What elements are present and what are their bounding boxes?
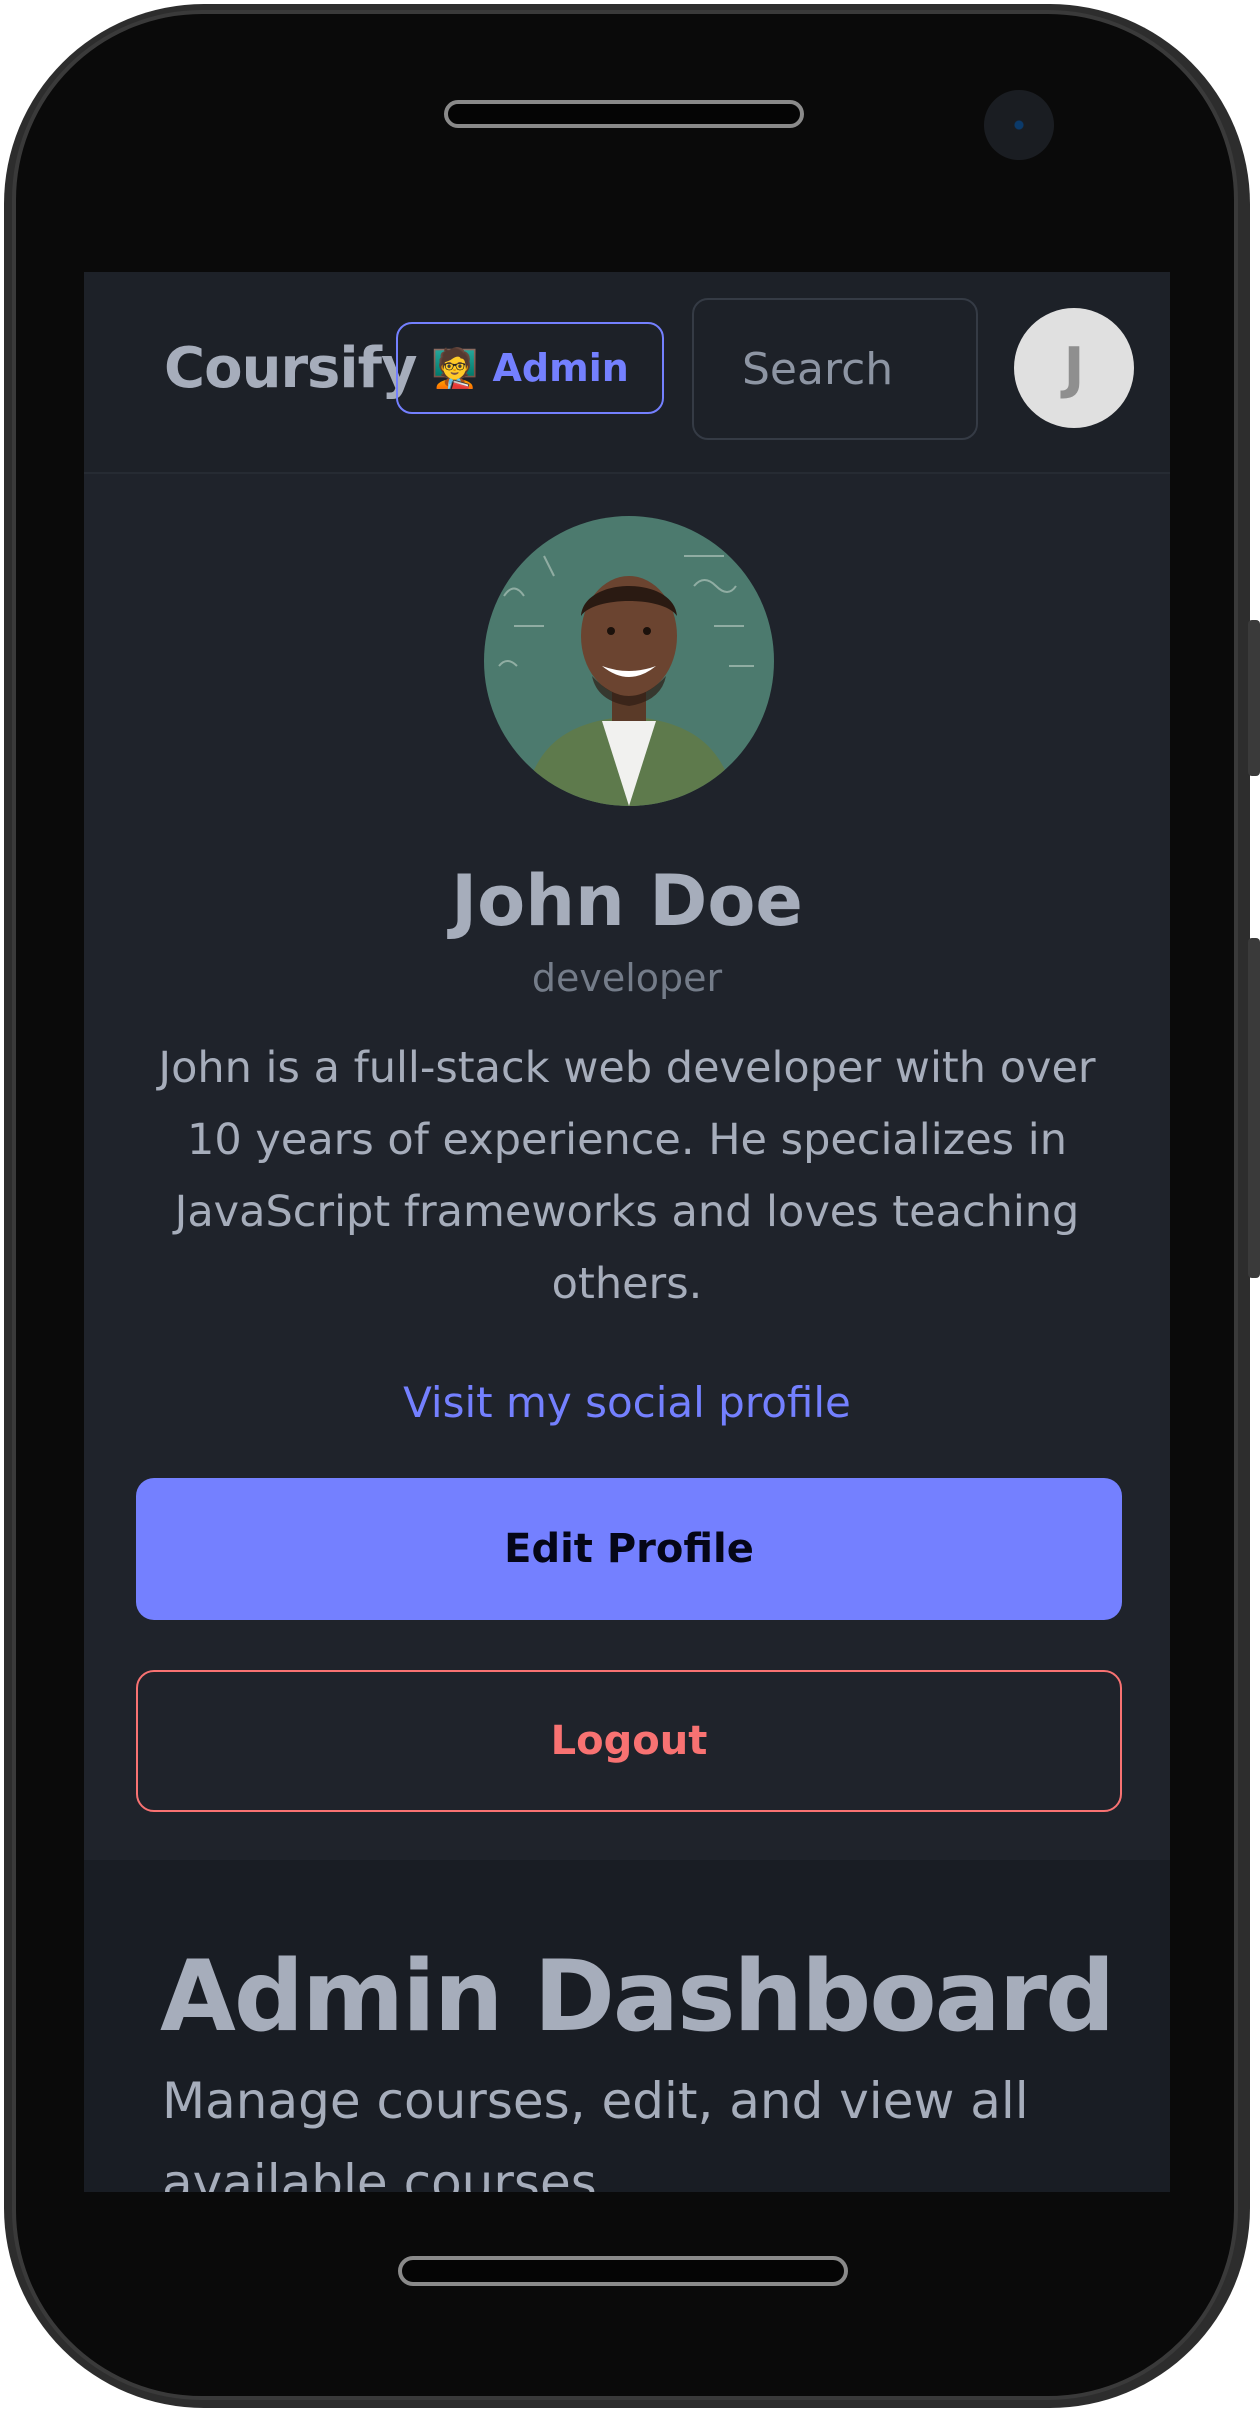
- dashboard-subtitle: Manage courses, edit, and view all avail…: [162, 2072, 1029, 2192]
- brand-logo[interactable]: Coursify: [164, 336, 417, 401]
- avatar[interactable]: J: [1014, 308, 1134, 428]
- edit-profile-button[interactable]: Edit Profile: [136, 1478, 1122, 1620]
- teacher-icon: 🧑‍🏫: [431, 345, 479, 390]
- profile-role: developer: [531, 956, 723, 1000]
- phone-side-button: [1248, 620, 1260, 776]
- phone-speaker: [444, 100, 804, 128]
- logout-button[interactable]: Logout: [136, 1670, 1122, 1812]
- profile-bio: John is a full-stack web developer with …: [158, 1043, 1096, 1309]
- phone-home-bar: [398, 2256, 848, 2286]
- profile-name: John Doe: [451, 860, 803, 942]
- social-profile-link[interactable]: Visit my social profile: [84, 1378, 1170, 1427]
- admin-dashboard-section: Admin Dashboard Manage courses, edit, an…: [84, 1860, 1170, 2192]
- phone-camera: [984, 90, 1054, 160]
- navbar: Coursify 🧑‍🏫 Admin J: [84, 272, 1170, 474]
- phone-side-button: [1248, 938, 1260, 1278]
- admin-badge[interactable]: 🧑‍🏫 Admin: [396, 322, 664, 414]
- dashboard-title: Admin Dashboard: [160, 1940, 1115, 2054]
- profile-photo: [484, 516, 774, 806]
- admin-badge-label: Admin: [492, 346, 629, 390]
- search-input[interactable]: [692, 298, 978, 440]
- app-screen: Coursify 🧑‍🏫 Admin J John Doe develope: [84, 272, 1170, 2192]
